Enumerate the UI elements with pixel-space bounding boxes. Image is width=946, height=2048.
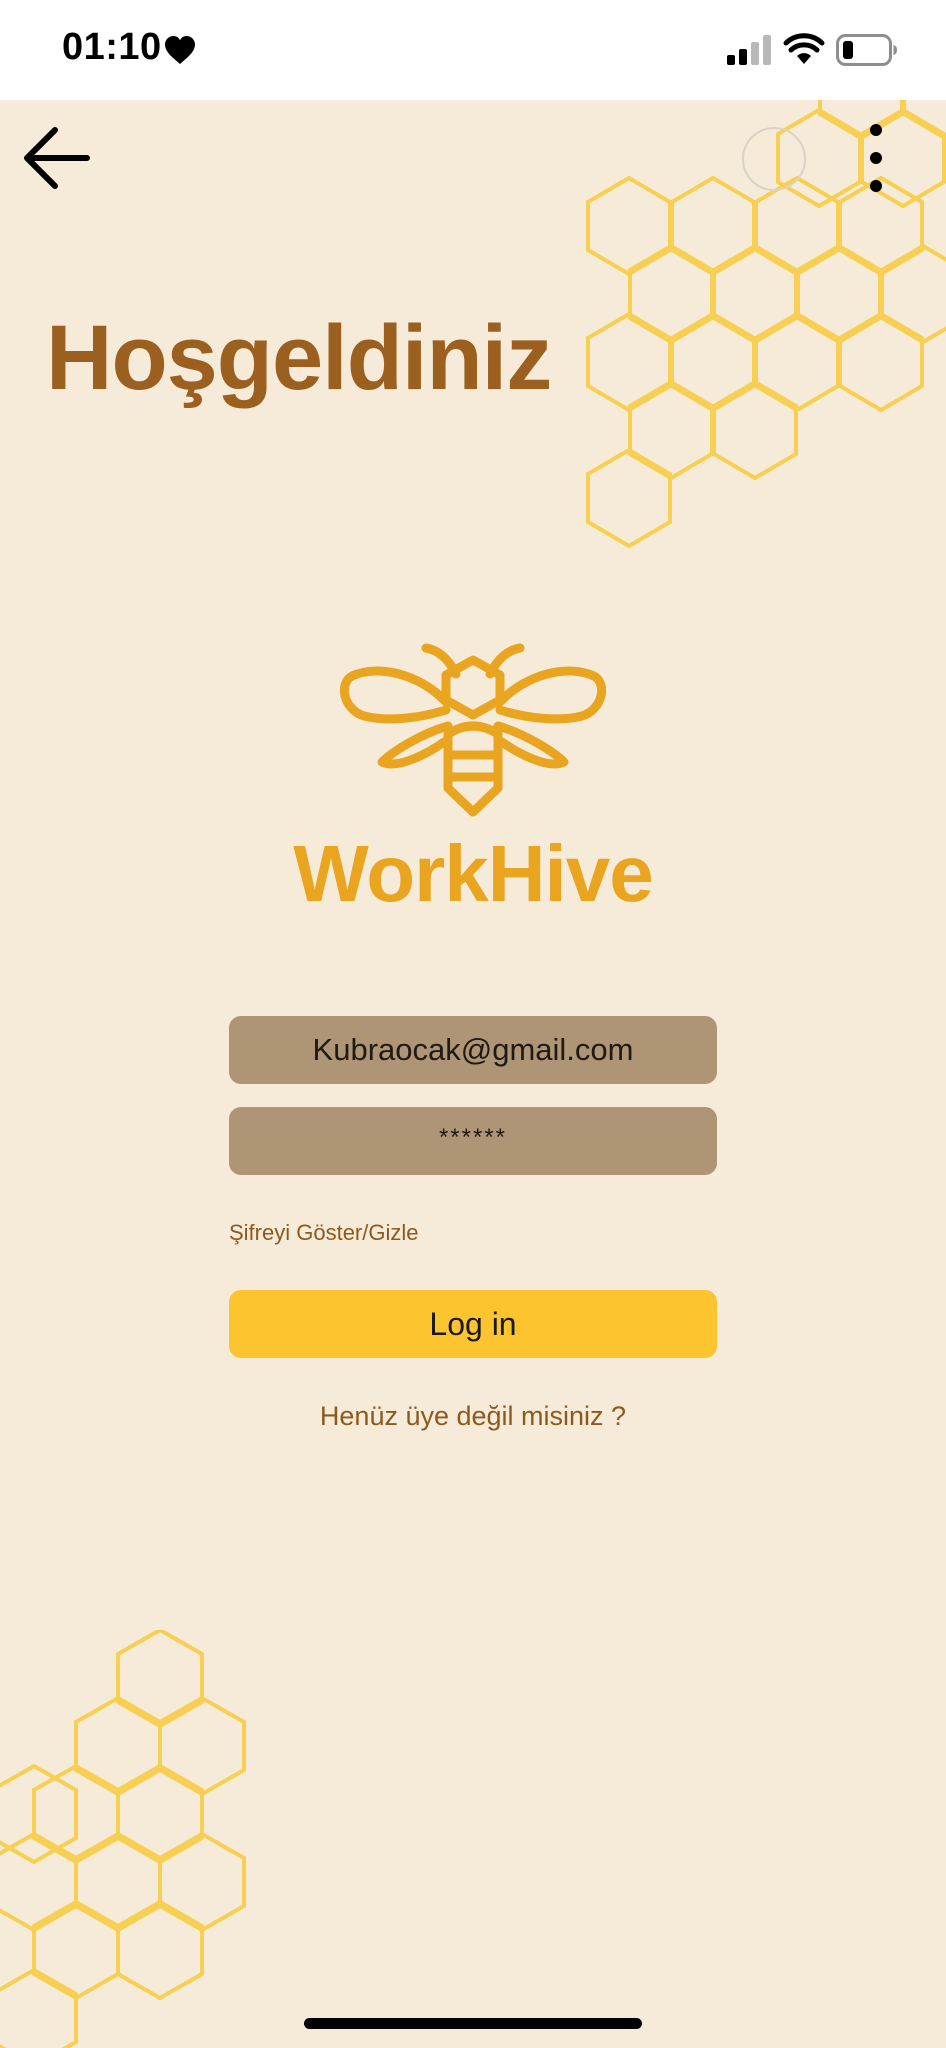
bee-icon bbox=[340, 643, 606, 817]
honeycomb-decoration-bottom bbox=[0, 1630, 246, 2048]
battery-icon bbox=[836, 34, 898, 71]
wifi-icon bbox=[783, 33, 825, 70]
status-time: 01:10 bbox=[62, 26, 162, 68]
brand-name: WorkHive bbox=[293, 829, 654, 918]
email-field[interactable]: Kubraocak@gmail.com bbox=[229, 1016, 717, 1084]
back-button[interactable] bbox=[18, 120, 94, 196]
signup-link[interactable]: Henüz üye değil misiniz ? bbox=[229, 1401, 717, 1432]
toggle-password-link[interactable]: Şifreyi Göster/Gizle bbox=[229, 1220, 419, 1246]
status-bar: 01:10 bbox=[0, 0, 946, 100]
ghost-circle bbox=[742, 127, 806, 191]
home-indicator bbox=[304, 2018, 642, 2029]
more-options-button[interactable] bbox=[856, 118, 896, 198]
signal-icon bbox=[727, 35, 771, 70]
heart-icon bbox=[164, 35, 196, 70]
password-field[interactable]: ****** bbox=[229, 1107, 717, 1175]
more-vertical-icon bbox=[870, 124, 882, 192]
arrow-left-icon bbox=[24, 127, 90, 189]
welcome-title: Hoşgeldiniz bbox=[46, 307, 552, 409]
login-button[interactable]: Log in bbox=[229, 1290, 717, 1358]
